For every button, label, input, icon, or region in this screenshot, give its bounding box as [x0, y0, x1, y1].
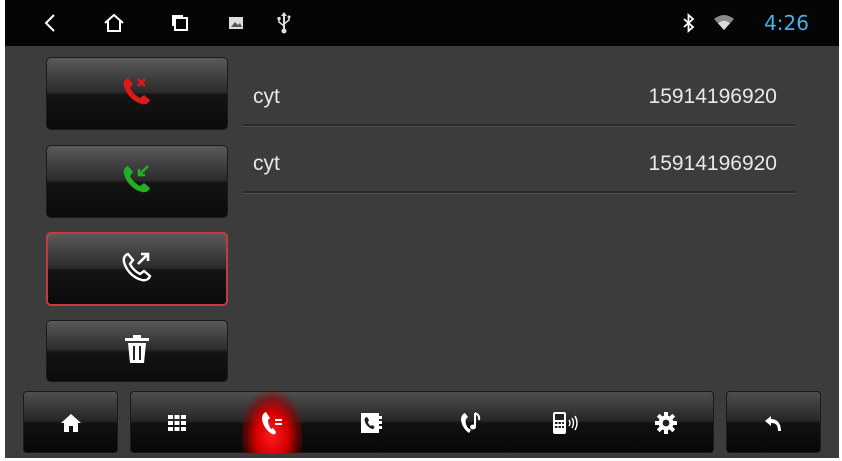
recents-icon[interactable]: [167, 10, 193, 36]
status-bar: 4:26: [5, 0, 839, 46]
return-icon: [744, 392, 804, 454]
caller-name: cyt: [253, 152, 280, 175]
clock: 4:26: [764, 11, 809, 35]
call-log-row[interactable]: cyt 15914196920: [243, 62, 795, 126]
trash-icon: [124, 334, 150, 369]
house-icon: [41, 392, 101, 454]
caller-number: 15914196920: [648, 85, 777, 108]
received-call-icon: [119, 161, 155, 202]
contacts-icon[interactable]: [341, 392, 401, 454]
missed-call-icon: [119, 73, 155, 114]
caller-number: 15914196920: [648, 152, 777, 175]
music-icon[interactable]: [441, 392, 501, 454]
home-button[interactable]: [23, 391, 118, 453]
dialed-calls-button[interactable]: [46, 232, 228, 306]
call-log-icon[interactable]: [242, 392, 302, 454]
home-icon[interactable]: [101, 10, 127, 36]
back-icon[interactable]: [37, 10, 63, 36]
bottom-nav-bar: [130, 391, 714, 454]
missed-calls-button[interactable]: [46, 57, 228, 130]
bt-phone-screen: 4:26 cyt 15914196920 cyt 15914196920: [5, 0, 839, 458]
gear-icon[interactable]: [636, 392, 696, 454]
bluetooth-icon: [676, 10, 702, 36]
phone-settings-icon[interactable]: [536, 392, 596, 454]
caller-name: cyt: [253, 85, 280, 108]
delete-button[interactable]: [46, 320, 228, 382]
dialpad-icon[interactable]: [147, 392, 207, 454]
call-log-row[interactable]: cyt 15914196920: [243, 129, 795, 193]
back-button[interactable]: [726, 391, 821, 453]
dialed-call-icon: [119, 249, 155, 290]
wifi-icon: [711, 10, 737, 36]
gallery-icon: [223, 10, 249, 36]
received-calls-button[interactable]: [46, 145, 228, 218]
usb-icon: [271, 10, 297, 36]
